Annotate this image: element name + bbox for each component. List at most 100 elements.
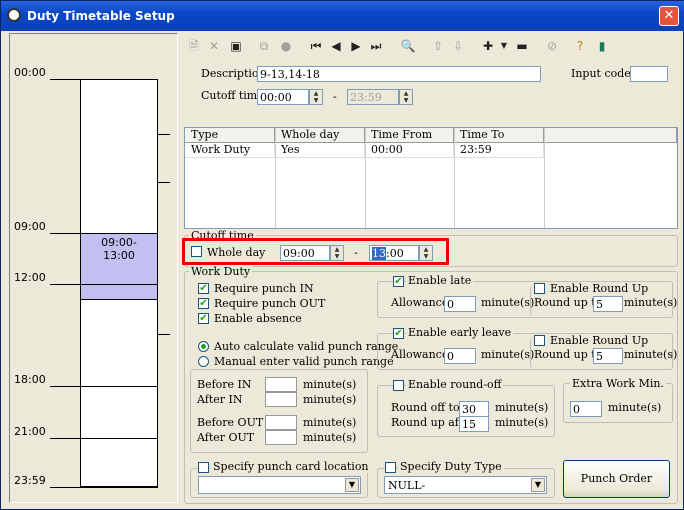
enable-early-label: Enable early leave bbox=[406, 326, 514, 339]
new-icon[interactable]: 🗎 bbox=[186, 38, 202, 54]
minutes-label: minute(s) bbox=[495, 416, 549, 429]
table-cell[interactable]: Yes bbox=[275, 143, 365, 158]
down-icon[interactable]: ⇩ bbox=[450, 38, 466, 54]
before-in-label: Before IN bbox=[197, 378, 252, 391]
column-header[interactable]: Type bbox=[185, 128, 275, 143]
late-roundup-checkbox[interactable] bbox=[534, 283, 545, 294]
disabled-icon[interactable]: ⊘ bbox=[544, 38, 560, 54]
duty-type-checkbox[interactable] bbox=[385, 462, 396, 473]
dialog-window: Duty Timetable Setup ✕ 09:00- 13:00 00:0… bbox=[0, 0, 684, 510]
work-duty-title: Work Duty bbox=[189, 265, 253, 278]
tick-minor bbox=[158, 182, 170, 183]
after-in-label: After IN bbox=[197, 393, 243, 406]
column-header[interactable]: Time From bbox=[365, 128, 454, 143]
after-in-input[interactable] bbox=[265, 392, 297, 407]
round-up-after-input[interactable]: 15 bbox=[459, 416, 489, 432]
timeline-label: 23:59 bbox=[14, 474, 46, 487]
enable-absence-checkbox[interactable]: ✔ bbox=[198, 313, 209, 324]
late-roundup-input[interactable]: 5 bbox=[593, 296, 623, 312]
after-out-input[interactable] bbox=[265, 430, 297, 445]
auto-calc-label: Auto calculate valid punch range bbox=[214, 340, 399, 353]
punch-location-checkbox[interactable] bbox=[198, 462, 209, 473]
next-icon[interactable]: ▶ bbox=[348, 38, 364, 54]
before-out-label: Before OUT bbox=[197, 416, 264, 429]
table-cell[interactable]: Work Duty bbox=[185, 143, 275, 158]
duty-grid[interactable]: Type Whole day Time From Time To Work Du… bbox=[184, 127, 678, 229]
column-header-empty bbox=[544, 128, 677, 143]
up-icon[interactable]: ⇧ bbox=[430, 38, 446, 54]
minutes-label: minute(s) bbox=[624, 348, 678, 361]
minutes-label: minute(s) bbox=[303, 416, 357, 429]
allowance-label: Allowance bbox=[391, 296, 449, 309]
remove-icon[interactable]: ▬ bbox=[514, 38, 530, 54]
record-icon[interactable]: ● bbox=[278, 38, 294, 54]
copy-icon[interactable]: ⧉ bbox=[256, 38, 272, 54]
duty-type-label: Specify Duty Type bbox=[398, 460, 504, 473]
cutoff-from-spinner[interactable]: ▲ ▼ bbox=[309, 89, 323, 105]
column-header[interactable]: Time To bbox=[454, 128, 544, 143]
exit-icon[interactable]: ▮ bbox=[594, 38, 610, 54]
minutes-label: minute(s) bbox=[481, 348, 535, 361]
cutoff-to-spinner[interactable]: ▲ ▼ bbox=[399, 89, 413, 105]
punch-order-button[interactable]: Punch Order bbox=[563, 460, 670, 498]
duty-type-value: NULL- bbox=[388, 479, 426, 492]
timeline-panel: 09:00- 13:00 00:00 09:00 12:00 18:00 21:… bbox=[9, 33, 178, 503]
window-title: Duty Timetable Setup bbox=[27, 9, 175, 23]
late-roundup-label: Enable Round Up bbox=[550, 282, 649, 295]
save-icon[interactable]: ▣ bbox=[228, 38, 244, 54]
round-off-to-input[interactable]: 30 bbox=[459, 401, 489, 417]
auto-calc-radio[interactable] bbox=[198, 341, 209, 352]
require-in-checkbox[interactable]: ✔ bbox=[198, 283, 209, 294]
table-cell[interactable]: 23:59 bbox=[454, 143, 544, 158]
add-icon[interactable]: ✚ bbox=[480, 38, 496, 54]
cutoff-label: Cutoff time bbox=[201, 89, 264, 102]
after-out-label: After OUT bbox=[197, 431, 255, 444]
title-bar[interactable]: Duty Timetable Setup ✕ bbox=[1, 1, 684, 31]
manual-enter-radio[interactable] bbox=[198, 356, 209, 367]
duty-type-select[interactable]: NULL- ▼ bbox=[384, 476, 547, 494]
early-roundup-input[interactable]: 5 bbox=[593, 348, 623, 364]
input-code-field[interactable] bbox=[630, 66, 668, 82]
cutoff-to-input[interactable]: 23:59 bbox=[347, 89, 399, 105]
before-in-input[interactable] bbox=[265, 377, 297, 392]
require-out-checkbox[interactable]: ✔ bbox=[198, 298, 209, 309]
early-allowance-input[interactable]: 0 bbox=[444, 348, 476, 364]
description-input[interactable]: 9-13,14-18 bbox=[257, 66, 541, 82]
enable-roundoff-checkbox[interactable] bbox=[393, 380, 404, 391]
late-allowance-input[interactable]: 0 bbox=[444, 296, 476, 312]
first-icon[interactable]: ⏮ bbox=[308, 38, 324, 54]
extra-work-input[interactable]: 0 bbox=[570, 401, 602, 417]
input-code-label: Input code : bbox=[571, 67, 639, 80]
dropdown-icon[interactable]: ▼ bbox=[496, 38, 512, 54]
delete-icon[interactable]: ✕ bbox=[206, 38, 222, 54]
close-button[interactable]: ✕ bbox=[659, 6, 679, 26]
last-icon[interactable]: ⏭ bbox=[368, 38, 384, 54]
cutoff-from-input[interactable]: 00:00 bbox=[257, 89, 309, 105]
manual-enter-label: Manual enter valid punch range bbox=[214, 355, 394, 368]
allowance-label: Allowance bbox=[391, 348, 449, 361]
tick-0000 bbox=[50, 79, 158, 80]
find-icon[interactable]: 🔍 bbox=[400, 38, 416, 54]
tick-2359 bbox=[50, 487, 158, 488]
enable-early-checkbox[interactable]: ✔ bbox=[393, 328, 404, 339]
timeline-label: 21:00 bbox=[14, 425, 46, 438]
minutes-label: minute(s) bbox=[303, 393, 357, 406]
prev-icon[interactable]: ◀ bbox=[328, 38, 344, 54]
enable-late-checkbox[interactable]: ✔ bbox=[393, 276, 404, 287]
minutes-label: minute(s) bbox=[624, 296, 678, 309]
app-icon bbox=[7, 8, 21, 22]
help-icon[interactable]: ? bbox=[572, 38, 588, 54]
tick-0900 bbox=[50, 233, 158, 234]
before-out-input[interactable] bbox=[265, 415, 297, 430]
column-header[interactable]: Whole day bbox=[275, 128, 365, 143]
minutes-label: minute(s) bbox=[303, 431, 357, 444]
timeline-label: 09:00 bbox=[14, 220, 46, 233]
chevron-down-icon[interactable]: ▼ bbox=[531, 478, 545, 492]
duty-time-block[interactable]: 09:00- 13:00 bbox=[81, 233, 157, 300]
early-roundup-checkbox[interactable] bbox=[534, 335, 545, 346]
chevron-down-icon[interactable]: ▼ bbox=[345, 478, 359, 492]
enable-late-label: Enable late bbox=[406, 274, 474, 287]
tick-minor bbox=[158, 334, 170, 335]
table-cell[interactable]: 00:00 bbox=[365, 143, 454, 158]
punch-location-select[interactable]: ▼ bbox=[198, 476, 361, 494]
